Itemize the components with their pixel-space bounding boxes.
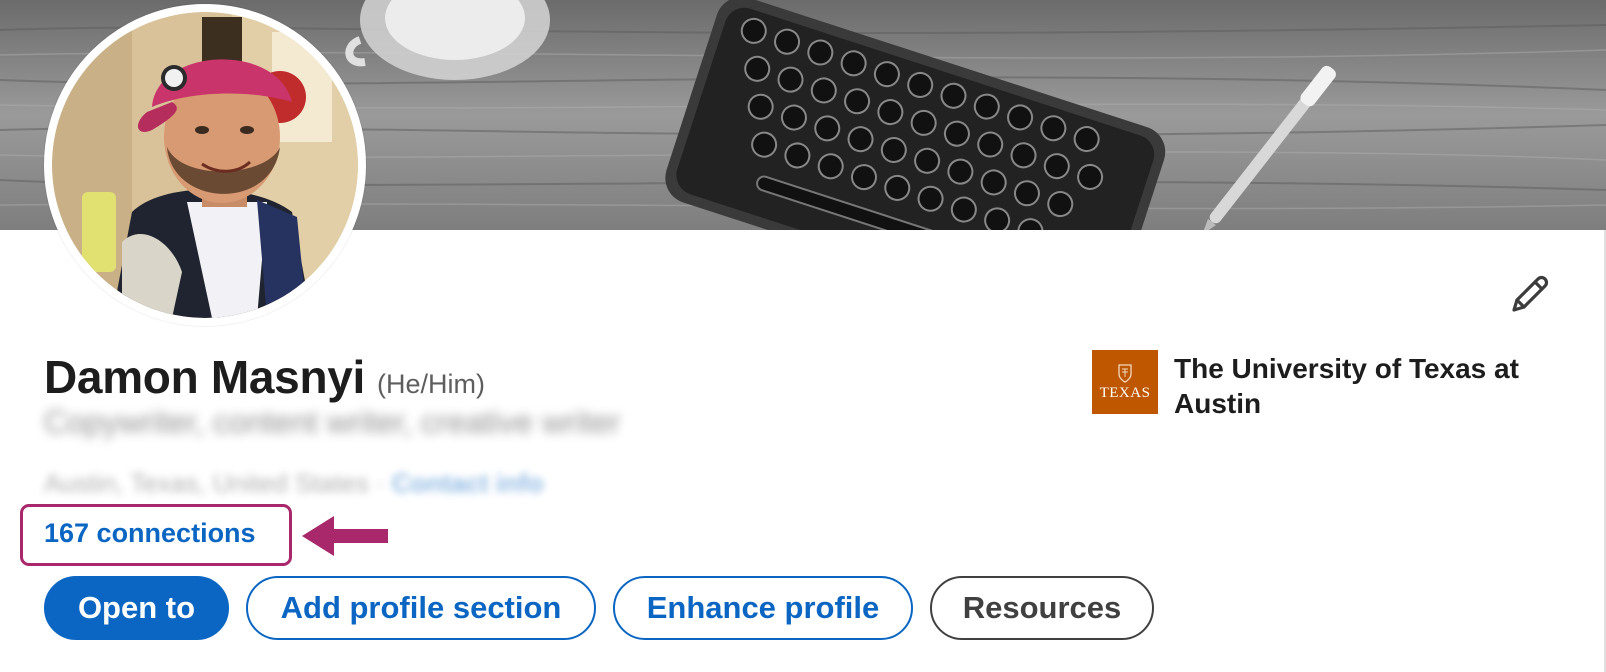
add-profile-section-button[interactable]: Add profile section bbox=[246, 576, 596, 640]
enhance-profile-button[interactable]: Enhance profile bbox=[613, 576, 913, 640]
profile-headline: Copywriter, content writer, creative wri… bbox=[44, 404, 621, 440]
profile-actions: Open to Add profile section Enhance prof… bbox=[44, 576, 1154, 640]
university-logo-text: TEXAS bbox=[1099, 384, 1151, 401]
university-name: The University of Texas at Austin bbox=[1174, 353, 1519, 419]
edit-intro-button[interactable] bbox=[1500, 264, 1560, 324]
profile-card: Damon Masnyi (He/Him) Copywriter, conten… bbox=[0, 0, 1606, 672]
profile-name: Damon Masnyi bbox=[44, 351, 366, 403]
contact-info-link[interactable]: Contact info bbox=[392, 468, 544, 498]
name-row: Damon Masnyi (He/Him) bbox=[44, 350, 485, 404]
profile-location: Austin, Texas, United States · bbox=[44, 468, 385, 498]
arrow-left-icon bbox=[302, 516, 388, 556]
university-logo: TEXAS bbox=[1092, 350, 1158, 414]
profile-location-row: Austin, Texas, United States · Contact i… bbox=[44, 468, 543, 499]
open-to-button[interactable]: Open to bbox=[44, 576, 229, 640]
resources-button[interactable]: Resources bbox=[930, 576, 1154, 640]
profile-photo[interactable] bbox=[44, 4, 366, 326]
pencil-icon bbox=[1512, 275, 1549, 312]
connections-link[interactable]: 167 connections bbox=[44, 518, 256, 549]
university-seal-icon bbox=[1118, 363, 1132, 383]
education-entry[interactable]: TEXAS The University of Texas at Austin bbox=[1092, 350, 1544, 421]
profile-pronouns: (He/Him) bbox=[377, 369, 486, 399]
